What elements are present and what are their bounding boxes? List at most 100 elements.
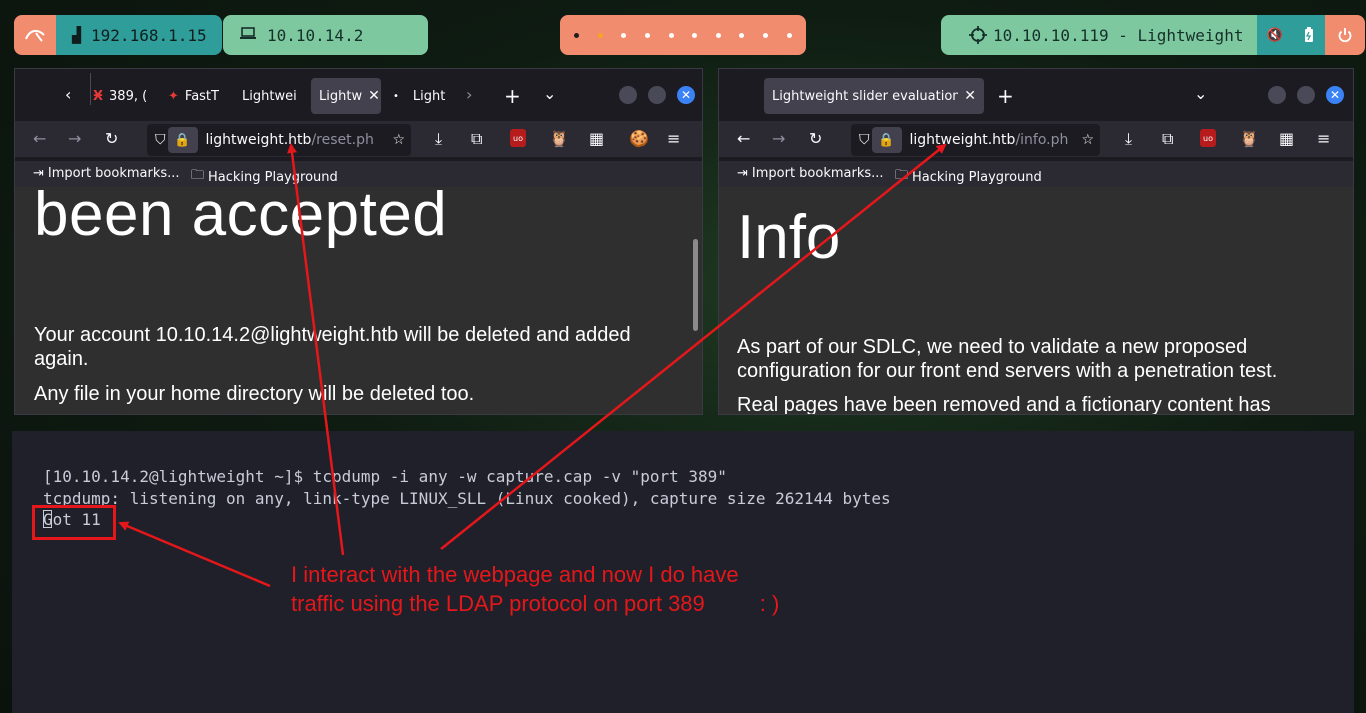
tab-lightweight-3[interactable]: • Light: [393, 78, 453, 114]
target-label: 10.10.10.119 - Lightweight: [993, 25, 1244, 45]
tab-389[interactable]: Ӿ 389, (: [93, 78, 149, 114]
import-icon: ⇥: [737, 166, 748, 181]
minimize-button[interactable]: [619, 86, 637, 104]
workspace-6-indicator[interactable]: [692, 32, 698, 38]
back-arrow-icon[interactable]: ←: [737, 129, 750, 148]
page-heading: Info: [737, 203, 841, 272]
vpn-ip-widget[interactable]: 10.10.14.2: [223, 15, 428, 55]
qr-code-icon[interactable]: ▦: [589, 129, 604, 148]
url-bar[interactable]: ⛉ 🔒 lightweight.htb/info.ph ☆: [851, 124, 1100, 156]
workspace-7-indicator[interactable]: [715, 32, 721, 38]
import-icon: ⇥: [33, 166, 44, 181]
chevron-down-icon[interactable]: ⌄: [543, 84, 556, 103]
tab-label: Light: [412, 88, 446, 104]
bookmark-label: Hacking Playground: [912, 169, 1042, 185]
bookmarks-toolbar: ⇥ Import bookmarks... 🗀 Hacking Playgrou…: [15, 161, 702, 187]
tab-fastt[interactable]: ✦ FastT: [168, 78, 228, 114]
url-host: lightweight.htb: [909, 132, 1016, 148]
ublock-icon[interactable]: uo: [1200, 129, 1216, 147]
workspace-3-indicator[interactable]: [621, 32, 627, 38]
target-widget[interactable]: 10.10.10.119 - Lightweight: [941, 15, 1257, 55]
browser-window-left: ‹ Ӿ 389, ( ✦ FastT Lightwei Lightw ✕ • L…: [14, 68, 703, 415]
workspace-1-indicator[interactable]: [574, 32, 580, 38]
new-tab-icon[interactable]: +: [504, 84, 521, 108]
cookie-icon[interactable]: 🍪: [629, 129, 649, 148]
workspace-9-indicator[interactable]: [763, 32, 769, 38]
sdlc-intro-text: As part of our SDLC, we need to validate…: [737, 336, 1278, 382]
kali-menu-button[interactable]: [14, 15, 56, 55]
close-tab-icon[interactable]: ✕: [964, 88, 976, 104]
chevron-left-icon[interactable]: ‹: [65, 85, 71, 104]
workspace-8-indicator[interactable]: [739, 32, 745, 38]
ublock-icon[interactable]: uo: [510, 129, 526, 147]
close-window-button[interactable]: ✕: [677, 86, 695, 104]
hacking-playground-folder[interactable]: 🗀 Hacking Playground: [895, 166, 1042, 188]
download-icon[interactable]: ⤓: [1125, 129, 1132, 149]
battery-icon: [1305, 27, 1313, 42]
extensions-icon[interactable]: ⧉: [1162, 129, 1173, 149]
laptop-icon: [239, 27, 257, 41]
crosshair-icon: [969, 26, 987, 44]
owl-extension-icon[interactable]: 🦉: [549, 129, 569, 148]
network-monitor-icon: ▟: [72, 26, 82, 44]
reload-icon[interactable]: ↻: [809, 129, 822, 148]
tab-label: 389, (: [109, 88, 148, 104]
annotation-line-1: I interact with the webpage and now I do…: [291, 562, 739, 587]
close-tab-icon[interactable]: ✕: [368, 88, 380, 104]
tab-strip: ‹ Ӿ 389, ( ✦ FastT Lightwei Lightw ✕ • L…: [15, 69, 702, 121]
new-tab-icon[interactable]: +: [997, 84, 1014, 108]
tab-label: Lightwei: [242, 88, 297, 104]
shield-icon: ⛉: [155, 132, 166, 148]
lan-ip-label: 192.168.1.15: [91, 25, 207, 45]
workspace-4-indicator[interactable]: [645, 32, 651, 38]
qr-code-icon[interactable]: ▦: [1279, 129, 1294, 148]
maximize-button[interactable]: [648, 86, 666, 104]
bookmark-label: Import bookmarks...: [751, 166, 884, 181]
chevron-right-icon[interactable]: ›: [466, 85, 472, 104]
account-notice-text: Your account 10.10.14.2@lightweight.htb …: [34, 324, 631, 370]
tab-lightweight-active[interactable]: Lightw ✕: [311, 78, 381, 114]
chevron-down-icon[interactable]: ⌄: [1194, 84, 1207, 103]
workspace-2-indicator[interactable]: [597, 32, 603, 38]
minimize-button[interactable]: [1268, 86, 1286, 104]
forward-arrow-icon[interactable]: →: [772, 129, 785, 148]
url-path: /info.ph: [1015, 132, 1069, 148]
close-window-button[interactable]: ✕: [1326, 86, 1344, 104]
url-bar[interactable]: ⛉ 🔒 lightweight.htb/reset.ph ☆: [147, 124, 411, 156]
power-button[interactable]: [1325, 15, 1365, 55]
back-arrow-icon[interactable]: ←: [33, 129, 46, 148]
forward-arrow-icon[interactable]: →: [68, 129, 81, 148]
tab-lightweight-slider[interactable]: Lightweight slider evaluation p ✕: [764, 78, 984, 114]
power-icon: [1338, 28, 1352, 43]
workspace-10-indicator[interactable]: [786, 32, 792, 38]
unloaded-dot-icon: •: [393, 90, 399, 102]
browser-window-right: Lightweight slider evaluation p ✕ + ⌄ ✕ …: [718, 68, 1354, 415]
insecure-lock-icon[interactable]: 🔒: [871, 127, 902, 153]
vertical-scrollbar[interactable]: [693, 239, 698, 331]
workspace-5-indicator[interactable]: [668, 32, 674, 38]
tab-lightweight-1[interactable]: Lightwei: [242, 78, 302, 114]
fictionary-content-text: Real pages have been removed and a ficti…: [737, 394, 1271, 414]
reload-icon[interactable]: ↻: [105, 129, 118, 148]
download-icon[interactable]: ⤓: [435, 129, 442, 149]
workspace-switcher[interactable]: [560, 15, 806, 55]
maximize-button[interactable]: [1297, 86, 1315, 104]
navigation-toolbar: ← → ↻ ⛉ 🔒 lightweight.htb/reset.ph ☆ ⤓ ⧉…: [15, 121, 702, 157]
star-bookmark-icon[interactable]: ☆: [1081, 132, 1094, 148]
hamburger-menu-icon[interactable]: ≡: [667, 129, 680, 148]
navigation-toolbar: ← → ↻ ⛉ 🔒 lightweight.htb/info.ph ☆ ⤓ ⧉ …: [719, 121, 1353, 157]
url-host: lightweight.htb: [205, 132, 312, 148]
hamburger-menu-icon[interactable]: ≡: [1317, 129, 1330, 148]
import-bookmarks-item[interactable]: ⇥ Import bookmarks...: [33, 166, 180, 181]
hacking-playground-folder[interactable]: 🗀 Hacking Playground: [191, 166, 338, 188]
lan-ip-widget[interactable]: ▟ 192.168.1.15: [56, 15, 222, 55]
owl-extension-icon[interactable]: 🦉: [1239, 129, 1259, 148]
insecure-lock-icon[interactable]: 🔒: [167, 127, 198, 153]
extensions-icon[interactable]: ⧉: [471, 129, 482, 149]
import-bookmarks-item[interactable]: ⇥ Import bookmarks...: [737, 166, 884, 181]
star-bookmark-icon[interactable]: ☆: [392, 132, 405, 148]
shield-icon: ⛉: [859, 132, 870, 148]
bookmark-label: Import bookmarks...: [47, 166, 180, 181]
volume-button[interactable]: 🔇: [1257, 15, 1293, 55]
battery-button[interactable]: [1293, 15, 1325, 55]
